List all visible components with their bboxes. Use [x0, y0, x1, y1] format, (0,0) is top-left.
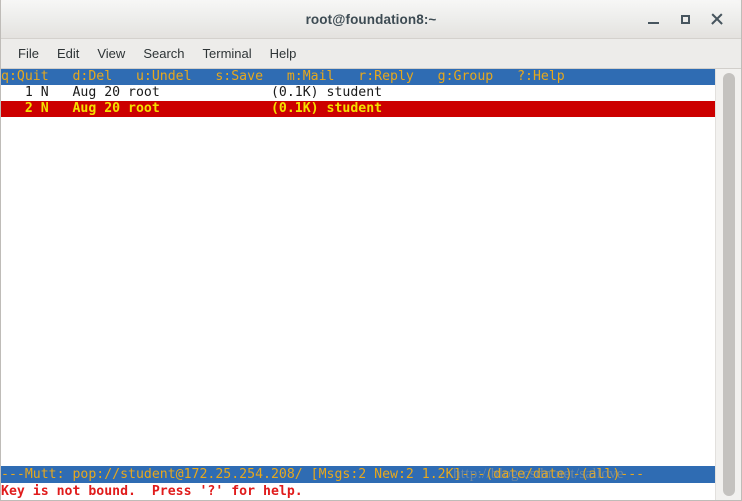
menu-bar: File Edit View Search Terminal Help: [1, 39, 741, 69]
mutt-message-line: Key is not bound. Press '?' for help.: [1, 483, 715, 500]
title-bar[interactable]: root@foundation8:~: [1, 0, 741, 39]
minimize-icon: [647, 22, 659, 24]
mutt-help-bar: q:Quit d:Del u:Undel s:Save m:Mail r:Rep…: [1, 69, 715, 85]
menu-item-help[interactable]: Help: [261, 43, 306, 64]
menu-item-search[interactable]: Search: [134, 43, 193, 64]
menu-item-file[interactable]: File: [9, 43, 48, 64]
maximize-button[interactable]: [669, 6, 701, 32]
menu-item-terminal[interactable]: Terminal: [194, 43, 261, 64]
mutt-footer: ---Mutt: pop://student@172.25.254.208/ […: [1, 466, 715, 500]
empty-index-space: [1, 117, 715, 447]
terminal-area: q:Quit d:Del u:Undel s:Save m:Mail r:Rep…: [1, 69, 741, 500]
table-row[interactable]: 2 N Aug 20 root (0.1K) student: [1, 101, 715, 117]
window-title: root@foundation8:~: [305, 11, 437, 27]
terminal-scrollbar[interactable]: [715, 69, 741, 500]
terminal-screen[interactable]: q:Quit d:Del u:Undel s:Save m:Mail r:Rep…: [1, 69, 715, 500]
mutt-index-pane: q:Quit d:Del u:Undel s:Save m:Mail r:Rep…: [1, 69, 715, 466]
close-button[interactable]: [701, 6, 733, 32]
window-controls: [637, 0, 733, 38]
maximize-icon: [680, 14, 690, 24]
menu-item-edit[interactable]: Edit: [48, 43, 88, 64]
menu-item-view[interactable]: View: [88, 43, 134, 64]
close-icon: [711, 13, 723, 25]
terminal-window: root@foundation8:~ File Edit View Search…: [0, 0, 742, 501]
scrollbar-thumb[interactable]: [723, 73, 735, 496]
minimize-button[interactable]: [637, 6, 669, 32]
table-row[interactable]: 1 N Aug 20 root (0.1K) student: [1, 85, 715, 101]
mutt-status-bar: ---Mutt: pop://student@172.25.254.208/ […: [1, 466, 715, 483]
